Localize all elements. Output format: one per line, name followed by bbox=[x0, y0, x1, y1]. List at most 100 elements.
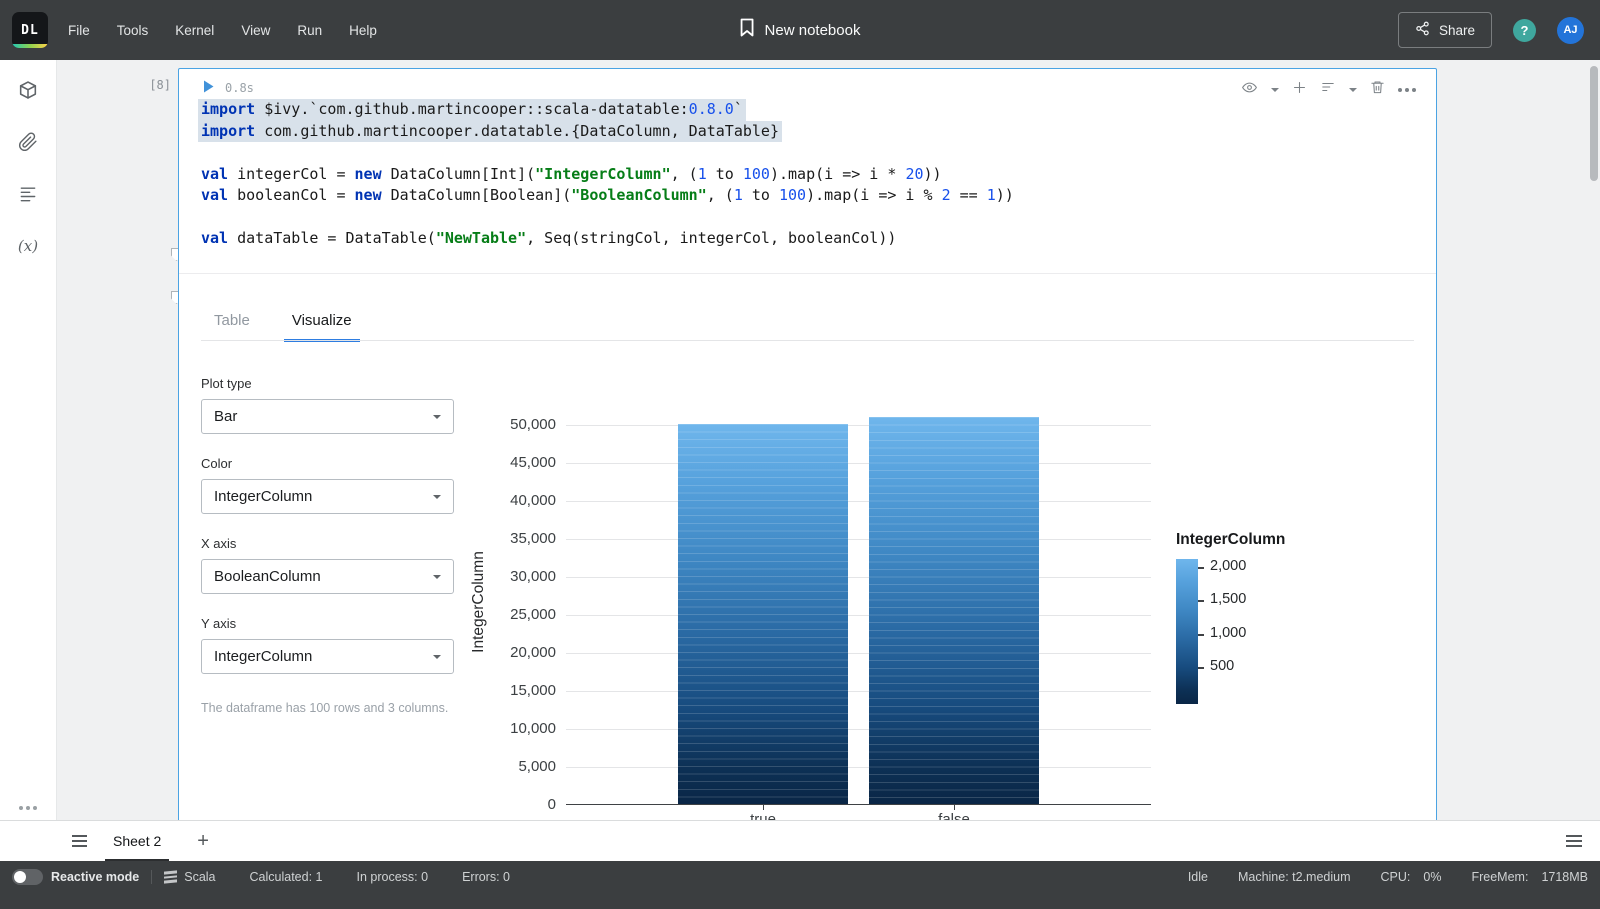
reactive-mode-toggle[interactable] bbox=[12, 868, 43, 885]
code-line[interactable]: ​ bbox=[201, 207, 1430, 229]
notebook-structure-icon[interactable] bbox=[14, 76, 42, 104]
cell-menu-lines-icon[interactable] bbox=[1320, 80, 1336, 99]
add-cell-icon[interactable] bbox=[1292, 80, 1307, 100]
menu-tools[interactable]: Tools bbox=[117, 23, 149, 38]
y-axis-tick-label: 30,000 bbox=[510, 568, 556, 586]
x-axis-tickmark bbox=[763, 805, 764, 810]
cell-more-icon[interactable] bbox=[1398, 87, 1416, 92]
chart-plot: IntegerColumn 0 5,000 10,000 15,000 20,000 25… bbox=[470, 401, 1151, 820]
main-menu: File Tools Kernel View Run Help bbox=[68, 23, 377, 38]
gridline bbox=[566, 767, 1151, 769]
legend-tickmark bbox=[1198, 600, 1204, 603]
status-left: Reactive mode Scala Calculated: 1 In pro… bbox=[12, 868, 544, 885]
status-bar: Reactive mode Scala Calculated: 1 In pro… bbox=[0, 861, 1600, 909]
menu-view[interactable]: View bbox=[241, 23, 270, 38]
machine-info[interactable]: Machine: t2.medium bbox=[1238, 870, 1351, 884]
help-icon[interactable]: ? bbox=[1513, 18, 1536, 42]
notebook-title-area[interactable]: New notebook bbox=[740, 0, 861, 60]
in-process-count: In process: 0 bbox=[356, 869, 429, 884]
top-bar: DL File Tools Kernel View Run Help New n… bbox=[0, 0, 1600, 60]
y-axis-tick-label: 10,000 bbox=[510, 720, 556, 738]
cpu-usage: CPU: 0% bbox=[1380, 869, 1442, 884]
cell-menu-chevron-down-icon[interactable] bbox=[1349, 87, 1357, 96]
color-group: Color IntegerColumn bbox=[201, 456, 454, 514]
plot-type-select[interactable]: Bar bbox=[201, 399, 454, 434]
vertical-scrollbar[interactable] bbox=[1590, 66, 1598, 181]
legend-title: IntegerColumn bbox=[1176, 531, 1286, 548]
code-line[interactable]: val integerCol = new DataColumn[Int]("In… bbox=[201, 164, 1430, 186]
datalore-app: DL File Tools Kernel View Run Help New n… bbox=[0, 0, 1600, 909]
code-line[interactable]: val booleanCol = new DataColumn[Boolean]… bbox=[201, 185, 1430, 207]
visibility-chevron-down-icon[interactable] bbox=[1271, 87, 1279, 96]
dataframe-note: The dataframe has 100 rows and 3 columns… bbox=[201, 701, 449, 715]
delete-cell-icon[interactable] bbox=[1370, 79, 1385, 100]
attachments-icon[interactable] bbox=[14, 128, 42, 156]
y-axis-tick-label: 15,000 bbox=[510, 682, 556, 700]
code-line[interactable]: import com.github.martincooper.datatable… bbox=[198, 120, 1430, 142]
variables-glyph: (x) bbox=[17, 237, 39, 255]
color-value: IntegerColumn bbox=[214, 488, 313, 505]
x-axis-tickmark bbox=[954, 805, 955, 810]
chevron-down-icon bbox=[433, 655, 441, 663]
code-cell[interactable]: 0.8s import $ivy.`com.github.martincoope… bbox=[178, 68, 1437, 820]
bar-false[interactable] bbox=[869, 416, 1039, 804]
sheet-tab-active[interactable]: Sheet 2 bbox=[105, 821, 170, 861]
legend-tick-label: 500 bbox=[1210, 657, 1235, 674]
y-axis-tick-label: 5,000 bbox=[518, 758, 556, 776]
datalore-logo[interactable]: DL bbox=[12, 12, 48, 48]
legend-tickmark bbox=[1198, 633, 1204, 636]
add-sheet-button[interactable]: + bbox=[197, 831, 209, 851]
sheet-overview-icon[interactable] bbox=[1566, 835, 1582, 847]
chevron-down-icon bbox=[433, 575, 441, 583]
legend-ticks: 2,000 1,500 1,000 500 bbox=[1176, 558, 1326, 704]
share-icon bbox=[1415, 21, 1430, 39]
chevron-down-icon bbox=[433, 415, 441, 423]
y-axis-tick-label: 25,000 bbox=[510, 606, 556, 624]
table-of-contents-icon[interactable] bbox=[14, 180, 42, 208]
variables-icon[interactable]: (x) bbox=[14, 232, 42, 260]
share-button[interactable]: Share bbox=[1397, 12, 1492, 48]
sheet-list-icon[interactable] bbox=[72, 835, 87, 847]
gridline bbox=[566, 729, 1151, 731]
run-cell-button[interactable] bbox=[203, 80, 214, 98]
y-axis-select[interactable]: IntegerColumn bbox=[201, 639, 454, 674]
legend-tickmark bbox=[1198, 666, 1204, 669]
x-axis-select[interactable]: BooleanColumn bbox=[201, 559, 454, 594]
y-axis-group: Y axis IntegerColumn bbox=[201, 616, 454, 674]
tab-visualize[interactable]: Visualize bbox=[283, 299, 360, 342]
errors-count: Errors: 0 bbox=[462, 869, 510, 884]
menu-help[interactable]: Help bbox=[349, 23, 377, 38]
x-axis-group: X axis BooleanColumn bbox=[201, 536, 454, 594]
bar-true[interactable] bbox=[678, 424, 848, 804]
y-axis-tick-label: 50,000 bbox=[510, 416, 556, 434]
menu-run[interactable]: Run bbox=[297, 23, 322, 38]
y-axis-tick-label: 20,000 bbox=[510, 644, 556, 662]
legend-tickmark bbox=[1198, 567, 1204, 569]
notebook-title[interactable]: New notebook bbox=[765, 22, 861, 39]
gridline bbox=[566, 539, 1151, 541]
cell-actions bbox=[1241, 79, 1416, 100]
legend-gradient-bar bbox=[1176, 559, 1198, 704]
y-axis-tick-label: 45,000 bbox=[510, 454, 556, 472]
sidebar-more-icon[interactable] bbox=[19, 806, 37, 810]
tab-table[interactable]: Table bbox=[206, 299, 258, 341]
menu-kernel[interactable]: Kernel bbox=[175, 23, 214, 38]
code-line[interactable]: ​ bbox=[201, 142, 1430, 164]
cell-toolbar: 0.8s bbox=[199, 75, 1424, 101]
kernel-name[interactable]: Scala bbox=[184, 870, 215, 884]
visibility-icon[interactable] bbox=[1241, 80, 1258, 100]
gridline bbox=[566, 577, 1151, 579]
y-axis-label: Y axis bbox=[201, 616, 237, 631]
left-sidebar: (x) bbox=[0, 60, 57, 820]
avatar[interactable]: AJ bbox=[1557, 16, 1584, 44]
y-axis-value: IntegerColumn bbox=[214, 648, 313, 665]
legend-tick-label: 1,000 bbox=[1210, 624, 1247, 641]
reactive-mode-label: Reactive mode bbox=[51, 869, 140, 884]
code-block[interactable]: import $ivy.`com.github.martincooper::sc… bbox=[198, 99, 1430, 250]
color-label: Color bbox=[201, 456, 233, 471]
color-select[interactable]: IntegerColumn bbox=[201, 479, 454, 514]
y-axis-tick-label: 35,000 bbox=[510, 530, 556, 548]
code-line[interactable]: import $ivy.`com.github.martincooper::sc… bbox=[198, 99, 1430, 121]
menu-file[interactable]: File bbox=[68, 23, 90, 38]
code-line[interactable]: val dataTable = DataTable("NewTable", Se… bbox=[201, 228, 1430, 250]
